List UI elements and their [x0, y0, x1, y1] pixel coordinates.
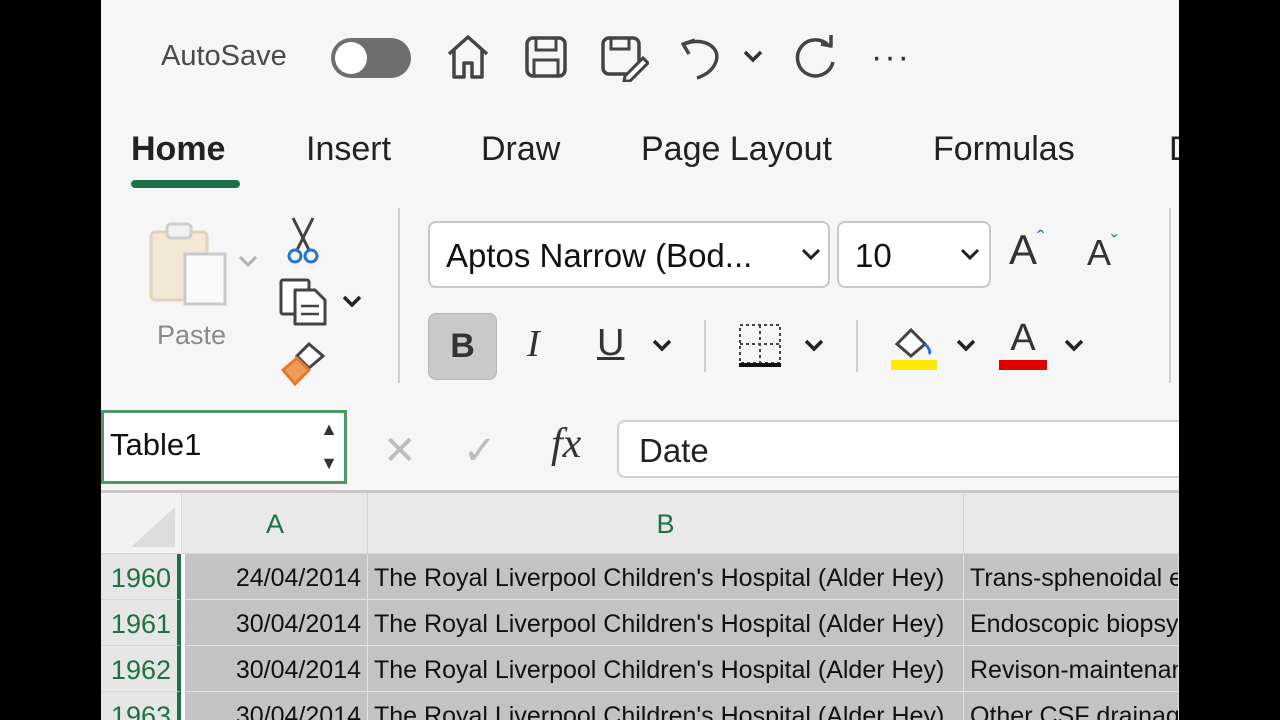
tab-formulas[interactable]: Formulas — [933, 130, 1075, 169]
tab-insert[interactable]: Insert — [306, 130, 391, 169]
font-color-swatch — [999, 360, 1047, 370]
ribbon-separator — [1169, 208, 1171, 383]
table-cell-procedure[interactable]: Revison-maintenan — [964, 646, 1179, 692]
column-header-c[interactable] — [964, 493, 1179, 553]
caret-up-icon: ˆ — [1037, 226, 1045, 251]
fill-color-dropdown-chevron-icon[interactable] — [955, 336, 977, 359]
home-icon[interactable] — [445, 32, 491, 82]
table-cell-date[interactable]: 24/04/2014 — [185, 554, 368, 600]
table-cell-hospital[interactable]: The Royal Liverpool Children's Hospital … — [368, 554, 964, 600]
underline-dropdown-chevron-icon[interactable] — [651, 336, 673, 359]
format-painter-icon[interactable] — [279, 340, 329, 391]
tab-data-partial[interactable]: D — [1169, 130, 1179, 169]
paste-dropdown-chevron-icon[interactable] — [237, 252, 259, 275]
decrease-font-size-button[interactable]: Aˇ — [1087, 232, 1118, 274]
save-as-icon[interactable] — [599, 32, 649, 82]
underline-button[interactable]: U — [597, 322, 624, 365]
formula-value: Date — [639, 432, 709, 469]
font-size-dropdown[interactable]: 10 — [837, 221, 991, 288]
spin-down-icon[interactable]: ▼ — [320, 453, 338, 474]
ribbon-separator — [398, 208, 400, 383]
undo-icon[interactable] — [679, 32, 725, 82]
row-header[interactable]: 1963 — [101, 692, 181, 720]
font-name-dropdown[interactable]: Aptos Narrow (Bod... — [428, 221, 830, 288]
column-header-a[interactable]: A — [183, 493, 368, 553]
ribbon-separator — [704, 320, 706, 372]
row-header[interactable]: 1961 — [101, 600, 181, 646]
italic-button[interactable]: I — [527, 322, 540, 366]
table-cell-hospital[interactable]: The Royal Liverpool Children's Hospital … — [368, 646, 964, 692]
tab-page-layout[interactable]: Page Layout — [641, 130, 832, 169]
row-header[interactable]: 1962 — [101, 646, 181, 692]
spin-up-icon[interactable]: ▲ — [320, 419, 338, 440]
increase-font-size-button[interactable]: Aˆ — [1009, 226, 1044, 274]
font-name-value: Aptos Narrow (Bod... — [446, 237, 753, 274]
table-cell-procedure[interactable]: Other CSF drainag — [964, 692, 1179, 720]
paste-label: Paste — [157, 320, 227, 350]
font-color-button[interactable]: A — [999, 318, 1047, 370]
ribbon-separator — [856, 320, 858, 372]
table-cell-procedure[interactable]: Endoscopic biopsy — [964, 600, 1179, 646]
excel-window: AutoSave ··· Home Insert Draw Page Layou… — [101, 0, 1179, 720]
bold-letter: B — [450, 327, 475, 365]
copy-dropdown-chevron-icon[interactable] — [341, 292, 363, 315]
borders-dropdown-chevron-icon[interactable] — [803, 336, 825, 359]
font-color-letter: A — [1010, 317, 1036, 359]
paste-icon[interactable] — [147, 218, 233, 315]
redo-icon[interactable] — [791, 32, 841, 82]
font-color-dropdown-chevron-icon[interactable] — [1063, 336, 1085, 359]
table-cell-hospital[interactable]: The Royal Liverpool Children's Hospital … — [368, 600, 964, 646]
autosave-label: AutoSave — [161, 40, 287, 72]
active-tab-indicator — [131, 180, 240, 188]
insert-function-button[interactable]: fx — [551, 420, 581, 468]
table-cell-procedure[interactable]: Trans-sphenoidal e — [964, 554, 1179, 600]
table-cell-date[interactable]: 30/04/2014 — [185, 646, 368, 692]
cut-icon[interactable] — [285, 214, 321, 269]
autosave-toggle[interactable] — [331, 38, 411, 78]
chevron-down-icon — [800, 243, 822, 271]
font-size-value: 10 — [855, 237, 892, 274]
tab-draw[interactable]: Draw — [481, 130, 560, 169]
toggle-knob — [335, 42, 367, 74]
more-icon[interactable]: ··· — [871, 38, 911, 77]
name-box-value: Table1 — [110, 427, 202, 462]
tab-home[interactable]: Home — [131, 130, 225, 169]
select-all-corner[interactable] — [101, 493, 182, 553]
table-cell-date[interactable]: 30/04/2014 — [185, 600, 368, 646]
cancel-icon[interactable]: ✕ — [383, 428, 417, 474]
formula-input[interactable]: Date — [617, 420, 1179, 478]
fill-color-icon[interactable] — [889, 322, 939, 377]
copy-icon[interactable] — [279, 276, 329, 331]
bold-button[interactable]: B — [428, 313, 497, 380]
table-cell-hospital[interactable]: The Royal Liverpool Children's Hospital … — [368, 692, 964, 720]
enter-icon[interactable]: ✓ — [463, 428, 497, 474]
table-cell-date[interactable]: 30/04/2014 — [185, 692, 368, 720]
name-box[interactable]: Table1 ▲ ▼ — [101, 410, 347, 484]
chevron-down-icon[interactable] — [741, 44, 765, 68]
column-header-b[interactable]: B — [368, 493, 964, 553]
save-icon[interactable] — [523, 32, 569, 82]
borders-icon[interactable] — [737, 322, 783, 373]
shrink-font-letter: A — [1087, 232, 1112, 273]
row-header[interactable]: 1960 — [101, 554, 181, 600]
grow-font-letter: A — [1009, 226, 1038, 273]
chevron-down-icon — [959, 243, 981, 271]
caret-down-icon: ˇ — [1111, 232, 1118, 254]
